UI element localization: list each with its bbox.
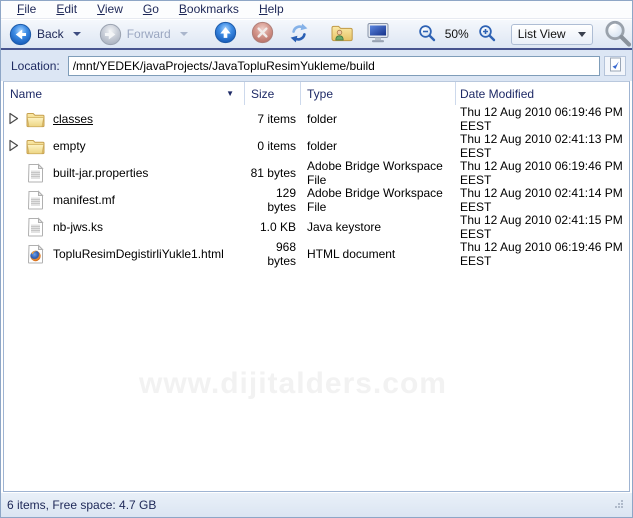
forward-circle-arrow-icon (99, 23, 122, 46)
up-button[interactable] (214, 21, 237, 47)
folder-icon (24, 137, 46, 155)
file-name[interactable]: empty (53, 139, 86, 153)
search-button[interactable] (603, 19, 632, 50)
refresh-button[interactable] (288, 22, 310, 47)
back-label: Back (37, 27, 64, 41)
back-button[interactable]: Back (9, 23, 64, 46)
expander-icon[interactable] (8, 139, 21, 152)
location-bar: Location: (1, 50, 632, 81)
location-label: Location: (11, 58, 60, 73)
up-circle-arrow-icon (214, 21, 237, 47)
magnifier-minus-icon (418, 24, 436, 45)
computer-button[interactable] (366, 22, 390, 47)
menu-bar: File Edit View Go Bookmarks Help (1, 1, 632, 19)
status-bar: 6 items, Free space: 4.7 GB (1, 492, 632, 517)
folder-icon (24, 110, 46, 128)
back-history-caret[interactable] (72, 32, 81, 36)
sort-descending-icon: ▼ (226, 89, 234, 98)
table-row[interactable]: nb-jws.ks 1.0 KB Java keystore Thu 12 Au… (4, 212, 629, 241)
table-row[interactable]: classes 7 items folder Thu 12 Aug 2010 0… (4, 104, 629, 133)
column-header-size[interactable]: Size (245, 82, 301, 105)
stop-red-x-icon (251, 21, 274, 47)
file-date: Thu 12 Aug 2010 06:19:46 PM EEST (460, 104, 623, 133)
location-input[interactable] (67, 55, 600, 76)
forward-button[interactable]: Forward (99, 23, 171, 46)
refresh-arrows-icon (288, 22, 310, 47)
file-name[interactable]: nb-jws.ks (53, 220, 103, 234)
menu-file[interactable]: File (7, 1, 46, 18)
table-row[interactable]: TopluResimDegistirliYukle1.html 968 byte… (4, 239, 629, 268)
list-body: classes 7 items folder Thu 12 Aug 2010 0… (4, 105, 629, 491)
zoom-out-button[interactable] (418, 24, 436, 45)
file-type: HTML document (307, 246, 396, 261)
watermark: www.dijitalders.com (139, 367, 447, 400)
file-date: Thu 12 Aug 2010 06:19:46 PM EEST (460, 239, 623, 268)
file-list: Name ▼ Size Type Date Modified classes 7… (3, 81, 630, 492)
go-button[interactable] (604, 55, 626, 76)
forward-label: Forward (126, 27, 171, 41)
firefox-icon (24, 243, 46, 264)
desktop-computer-icon (366, 22, 390, 47)
menu-help[interactable]: Help (249, 1, 294, 18)
toolbar: Back Forward 50% List View (1, 19, 632, 50)
file-size: 968 bytes (267, 239, 296, 268)
home-button[interactable] (330, 22, 354, 47)
column-date-label: Date Modified (460, 86, 535, 101)
table-row[interactable]: manifest.mf 129 bytes Adobe Bridge Works… (4, 185, 629, 214)
menu-bookmarks[interactable]: Bookmarks (169, 1, 249, 18)
file-type: folder (307, 138, 338, 153)
file-type: Java keystore (307, 219, 382, 234)
file-type: Adobe Bridge Workspace File (307, 158, 443, 187)
file-size: 129 bytes (267, 185, 296, 214)
file-icon (24, 162, 46, 183)
expander-icon[interactable] (8, 112, 21, 125)
table-row[interactable]: built-jar.properties 81 bytes Adobe Brid… (4, 158, 629, 187)
file-date: Thu 12 Aug 2010 06:19:46 PM EEST (460, 158, 623, 187)
column-header-name[interactable]: Name ▼ (4, 82, 245, 105)
file-size: 7 items (257, 111, 296, 126)
status-text: 6 items, Free space: 4.7 GB (7, 498, 157, 512)
column-header-type[interactable]: Type (301, 82, 456, 105)
search-icon (603, 19, 632, 50)
menu-view[interactable]: View (87, 1, 133, 18)
file-size: 0 items (257, 138, 296, 153)
column-header-date[interactable]: Date Modified (456, 82, 629, 105)
column-name-label: Name (10, 86, 43, 101)
file-icon (24, 189, 46, 210)
view-mode-dropdown[interactable]: List View (510, 23, 593, 45)
column-size-label: Size (251, 86, 275, 101)
file-date: Thu 12 Aug 2010 02:41:13 PM EEST (460, 131, 623, 160)
go-icon (609, 57, 622, 75)
file-name[interactable]: built-jar.properties (53, 166, 148, 180)
menu-edit[interactable]: Edit (46, 1, 87, 18)
file-date: Thu 12 Aug 2010 02:41:14 PM EEST (460, 185, 623, 214)
zoom-level: 50% (444, 27, 469, 41)
forward-history-caret[interactable] (179, 32, 188, 36)
file-date: Thu 12 Aug 2010 02:41:15 PM EEST (460, 212, 623, 241)
file-size: 81 bytes (250, 165, 296, 180)
menu-go[interactable]: Go (133, 1, 169, 18)
file-name[interactable]: manifest.mf (53, 193, 115, 207)
file-size: 1.0 KB (259, 219, 296, 234)
file-type: Adobe Bridge Workspace File (307, 185, 443, 214)
file-name[interactable]: classes (53, 112, 93, 126)
zoom-in-button[interactable] (478, 24, 496, 45)
file-type: folder (307, 111, 338, 126)
resize-grip-icon[interactable] (613, 498, 624, 512)
column-type-label: Type (307, 86, 334, 101)
file-icon (24, 216, 46, 237)
back-circle-arrow-icon (9, 23, 32, 46)
file-name[interactable]: TopluResimDegistirliYukle1.html (53, 247, 224, 261)
table-row[interactable]: empty 0 items folder Thu 12 Aug 2010 02:… (4, 131, 629, 160)
list-header: Name ▼ Size Type Date Modified (4, 82, 629, 105)
chevron-down-icon (578, 31, 586, 37)
file-manager-window: File Edit View Go Bookmarks Help Back Fo… (0, 0, 633, 518)
home-folder-person-icon (330, 22, 354, 47)
stop-button[interactable] (251, 21, 274, 47)
view-mode-value: List View (517, 27, 566, 41)
magnifier-plus-icon (478, 24, 496, 45)
